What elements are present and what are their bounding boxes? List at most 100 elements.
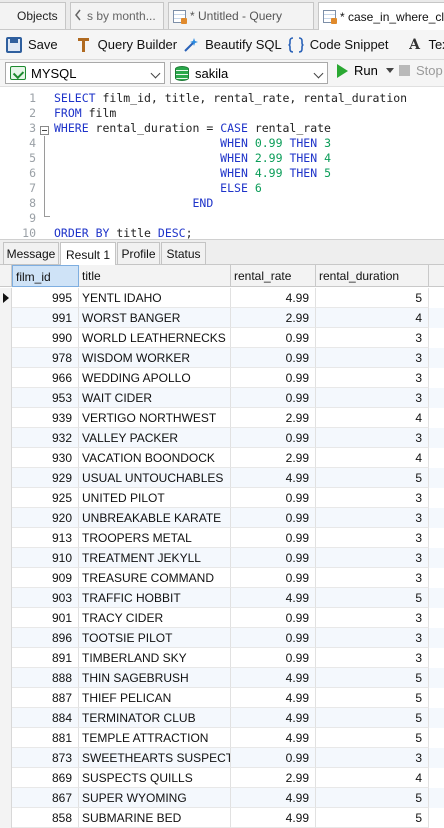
table-row[interactable]: 930 VACATION BOONDOCK 2.99 4 (0, 448, 444, 468)
cell-title[interactable]: TREASURE COMMAND (79, 568, 231, 588)
tab-objects[interactable]: Objects (0, 2, 66, 29)
cell-rental-rate[interactable]: 0.99 (231, 748, 316, 768)
row-marker[interactable] (0, 308, 12, 328)
cell-film-id[interactable]: 929 (12, 468, 79, 488)
cell-rental-rate[interactable]: 4.99 (231, 688, 316, 708)
cell-title[interactable]: THIEF PELICAN (79, 688, 231, 708)
table-row[interactable]: 966 WEDDING APOLLO 0.99 3 (0, 368, 444, 388)
cell-rental-duration[interactable]: 3 (316, 428, 429, 448)
table-row[interactable]: 873 SWEETHEARTS SUSPECTS 0.99 3 (0, 748, 444, 768)
cell-rental-duration[interactable]: 3 (316, 748, 429, 768)
cell-rental-duration[interactable]: 3 (316, 608, 429, 628)
tab-message[interactable]: Message (3, 242, 59, 265)
cell-title[interactable]: YENTL IDAHO (79, 288, 231, 308)
table-row[interactable]: 867 SUPER WYOMING 4.99 5 (0, 788, 444, 808)
cell-title[interactable]: WAIT CIDER (79, 388, 231, 408)
table-row[interactable]: 925 UNITED PILOT 0.99 3 (0, 488, 444, 508)
cell-rental-rate[interactable]: 0.99 (231, 508, 316, 528)
table-row[interactable]: 913 TROOPERS METAL 0.99 3 (0, 528, 444, 548)
cell-film-id[interactable]: 978 (12, 348, 79, 368)
database-select[interactable]: sakila (170, 62, 328, 84)
table-row[interactable]: 896 TOOTSIE PILOT 0.99 3 (0, 628, 444, 648)
cell-rental-rate[interactable]: 4.99 (231, 288, 316, 308)
cell-rental-duration[interactable]: 3 (316, 368, 429, 388)
cell-rental-rate[interactable]: 4.99 (231, 808, 316, 828)
cell-film-id[interactable]: 884 (12, 708, 79, 728)
cell-film-id[interactable]: 910 (12, 548, 79, 568)
cell-title[interactable]: WISDOM WORKER (79, 348, 231, 368)
cell-rental-duration[interactable]: 5 (316, 708, 429, 728)
row-marker[interactable] (0, 488, 12, 508)
column-header-rental-duration[interactable]: rental_duration (316, 265, 429, 287)
cell-rental-duration[interactable]: 3 (316, 648, 429, 668)
cell-film-id[interactable]: 873 (12, 748, 79, 768)
cell-title[interactable]: SUPER WYOMING (79, 788, 231, 808)
query-builder-button[interactable]: Query Builder (76, 33, 183, 57)
stop-button[interactable]: Stop (399, 63, 443, 78)
table-row[interactable]: 903 TRAFFIC HOBBIT 4.99 5 (0, 588, 444, 608)
row-marker[interactable] (0, 348, 12, 368)
cell-rental-rate[interactable]: 2.99 (231, 768, 316, 788)
cell-film-id[interactable]: 939 (12, 408, 79, 428)
cell-rental-duration[interactable]: 5 (316, 288, 429, 308)
row-marker[interactable] (0, 668, 12, 688)
cell-film-id[interactable]: 881 (12, 728, 79, 748)
cell-rental-rate[interactable]: 0.99 (231, 488, 316, 508)
cell-rental-duration[interactable]: 3 (316, 488, 429, 508)
cell-title[interactable]: SUSPECTS QUILLS (79, 768, 231, 788)
cell-rental-rate[interactable]: 2.99 (231, 308, 316, 328)
cell-title[interactable]: WEDDING APOLLO (79, 368, 231, 388)
cell-rental-rate[interactable]: 0.99 (231, 348, 316, 368)
row-marker[interactable] (0, 288, 12, 308)
row-marker[interactable] (0, 788, 12, 808)
table-row[interactable]: 901 TRACY CIDER 0.99 3 (0, 608, 444, 628)
cell-title[interactable]: SUBMARINE BED (79, 808, 231, 828)
cell-rental-rate[interactable]: 0.99 (231, 388, 316, 408)
cell-film-id[interactable]: 930 (12, 448, 79, 468)
cell-rental-rate[interactable]: 4.99 (231, 468, 316, 488)
cell-film-id[interactable]: 990 (12, 328, 79, 348)
cell-title[interactable]: UNBREAKABLE KARATE (79, 508, 231, 528)
cell-rental-duration[interactable]: 3 (316, 508, 429, 528)
cell-rental-rate[interactable]: 0.99 (231, 568, 316, 588)
row-marker[interactable] (0, 728, 12, 748)
table-row[interactable]: 929 USUAL UNTOUCHABLES 4.99 5 (0, 468, 444, 488)
cell-film-id[interactable]: 991 (12, 308, 79, 328)
cell-rental-duration[interactable]: 4 (316, 308, 429, 328)
cell-rental-duration[interactable]: 3 (316, 568, 429, 588)
cell-rental-duration[interactable]: 3 (316, 548, 429, 568)
cell-rental-rate[interactable]: 4.99 (231, 728, 316, 748)
cell-rental-duration[interactable]: 5 (316, 688, 429, 708)
cell-title[interactable]: VACATION BOONDOCK (79, 448, 231, 468)
text-format-button[interactable]: A Text (407, 33, 444, 57)
row-marker[interactable] (0, 648, 12, 668)
cell-rental-duration[interactable]: 4 (316, 448, 429, 468)
cell-rental-duration[interactable]: 5 (316, 808, 429, 828)
connection-select[interactable]: MYSQL (5, 62, 165, 84)
cell-rental-duration[interactable]: 3 (316, 348, 429, 368)
row-marker[interactable] (0, 448, 12, 468)
row-marker[interactable] (0, 748, 12, 768)
scroll-left-icon[interactable] (74, 9, 82, 21)
cell-rental-rate[interactable]: 0.99 (231, 528, 316, 548)
cell-rental-rate[interactable]: 0.99 (231, 608, 316, 628)
tab-sales-by-month[interactable]: s by month... (70, 2, 164, 29)
chevron-down-icon[interactable] (385, 68, 394, 73)
tab-profile[interactable]: Profile (117, 242, 160, 265)
cell-title[interactable]: TROOPERS METAL (79, 528, 231, 548)
table-row[interactable]: 910 TREATMENT JEKYLL 0.99 3 (0, 548, 444, 568)
cell-title[interactable]: UNITED PILOT (79, 488, 231, 508)
row-marker[interactable] (0, 408, 12, 428)
code-snippet-button[interactable]: Code Snippet (288, 33, 395, 57)
cell-film-id[interactable]: 913 (12, 528, 79, 548)
row-marker[interactable] (0, 528, 12, 548)
table-row[interactable]: 995 YENTL IDAHO 4.99 5 (0, 288, 444, 308)
cell-film-id[interactable]: 920 (12, 508, 79, 528)
cell-film-id[interactable]: 896 (12, 628, 79, 648)
cell-rental-duration[interactable]: 3 (316, 328, 429, 348)
row-marker[interactable] (0, 608, 12, 628)
table-row[interactable]: 932 VALLEY PACKER 0.99 3 (0, 428, 444, 448)
table-row[interactable]: 953 WAIT CIDER 0.99 3 (0, 388, 444, 408)
cell-film-id[interactable]: 953 (12, 388, 79, 408)
cell-title[interactable]: USUAL UNTOUCHABLES (79, 468, 231, 488)
